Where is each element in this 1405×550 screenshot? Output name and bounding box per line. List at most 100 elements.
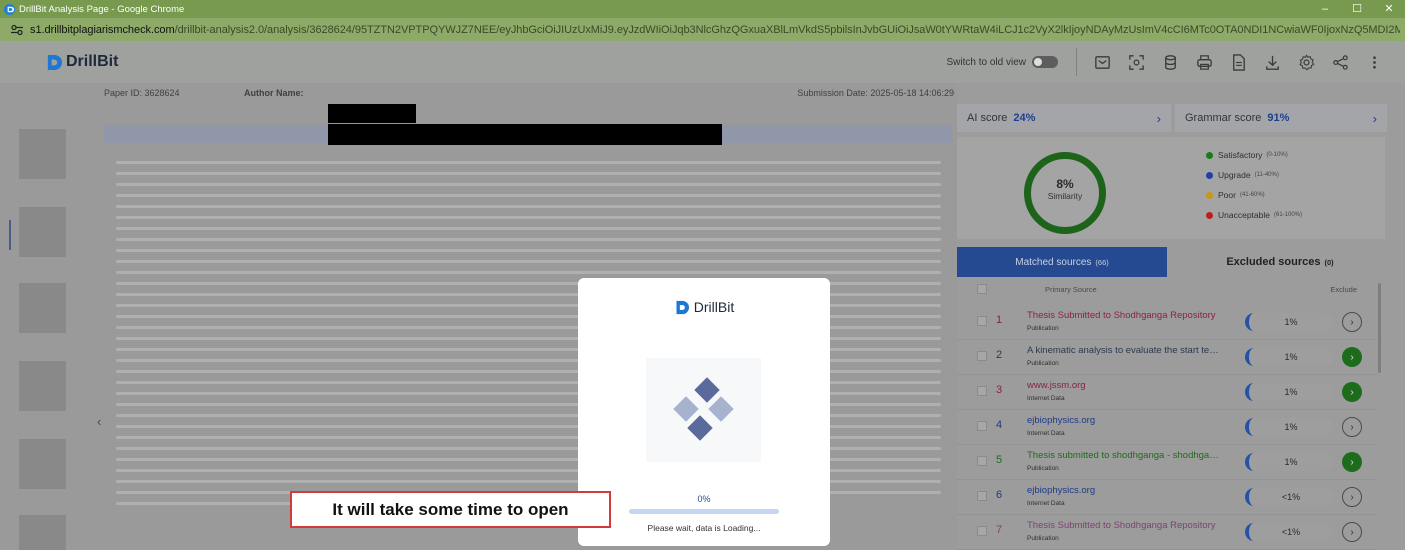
url-text[interactable]: s1.drillbitplagiarismcheck.com/drillbit-… [30,24,1400,36]
source-title[interactable]: www.jssm.org [1027,380,1223,391]
loading-dialog: DrillBit 0% Please wait, data is Loading… [578,278,830,546]
exclude-source-button[interactable]: › [1342,382,1362,402]
brand[interactable]: DrillBit [45,53,118,71]
collapse-thumbnails-button[interactable]: ‹ [97,414,101,429]
download-icon[interactable] [1255,47,1289,77]
source-title[interactable]: ejbiophysics.org [1027,415,1223,426]
source-row[interactable]: 7 Thesis Submitted to Shodhganga Reposito… [957,515,1377,550]
source-number: 2 [996,349,1003,361]
source-list-scrollbar[interactable] [1378,283,1381,373]
source-checkbox[interactable] [977,456,987,466]
source-row[interactable]: 1 Thesis Submitted to Shodhganga Reposito… [957,305,1377,340]
source-row[interactable]: 5 Thesis submitted to shodhganga - shodhg… [957,445,1377,480]
source-number: 6 [996,489,1003,501]
scan-icon[interactable] [1119,47,1153,77]
drillbit-logo-icon [676,300,689,314]
page-thumbnail[interactable] [19,283,66,333]
status-dot [1206,191,1213,199]
exclude-source-button[interactable]: › [1342,487,1362,507]
text-line [116,238,941,241]
source-percent-badge: 1% [1245,418,1333,436]
page-thumbnail[interactable] [19,129,66,179]
legend-range: (11-40%) [1254,172,1279,178]
similarity-summary: 8% Similarity Satisfactory (0-10%) Upgrad… [957,137,1385,239]
old-view-toggle[interactable] [1032,56,1058,68]
database-icon[interactable] [1153,47,1187,77]
source-checkbox[interactable] [977,316,987,326]
page-thumbnail[interactable] [19,439,66,489]
primary-source-header: Primary Source [1045,285,1097,294]
exclude-source-button[interactable]: › [1342,417,1362,437]
report-panel: AI score 24% › Grammar score 91% › 8% Si… [957,83,1405,550]
exclude-source-button[interactable]: › [1342,312,1362,332]
drillbit-logo-icon [47,54,62,70]
author-label: Author Name: [244,88,304,98]
address-bar[interactable]: s1.drillbitplagiarismcheck.com/drillbit-… [0,18,1405,41]
submission-date: Submission Date: 2025-05-18 14:06:29 [797,88,954,98]
source-title[interactable]: Thesis submitted to shodhganga - shodhga… [1027,450,1223,461]
source-type: Publication [1027,325,1059,332]
exclude-source-button[interactable]: › [1342,522,1362,542]
source-type: Internet Data [1027,395,1065,402]
window-title: DrillBit Analysis Page - Google Chrome [19,3,185,15]
tab-excluded-sources[interactable]: Excluded sources (0) [1175,247,1385,277]
more-icon[interactable] [1357,47,1391,77]
maximize-button[interactable]: ☐ [1341,0,1373,18]
source-type: Internet Data [1027,430,1065,437]
loading-progress-bar [629,509,779,514]
source-checkbox[interactable] [977,386,987,396]
ai-score-card[interactable]: AI score 24% › [957,104,1171,132]
site-info-icon[interactable] [10,24,24,36]
source-title[interactable]: Thesis Submitted to Shodhganga Repositor… [1027,520,1223,531]
source-title[interactable]: A kinematic analysis to evaluate the sta… [1027,345,1223,356]
grammar-score-value: 91% [1267,112,1290,124]
mail-icon[interactable] [1085,47,1119,77]
source-row[interactable]: 3 www.jssm.org Internet Data 1% › [957,375,1377,410]
source-title[interactable]: Thesis Submitted to Shodhganga Repositor… [1027,310,1223,321]
source-type: Publication [1027,360,1059,367]
url-host: s1.drillbitplagiarismcheck.com [30,23,175,36]
legend-item: Poor (41-60%) [1206,185,1302,205]
source-number: 4 [996,419,1003,431]
source-number: 3 [996,384,1003,396]
page-thumbnail[interactable] [19,361,66,411]
exclude-source-button[interactable]: › [1342,347,1362,367]
source-checkbox[interactable] [977,351,987,361]
source-checkbox[interactable] [977,526,987,536]
print-icon[interactable] [1187,47,1221,77]
legend-range: (61-100%) [1273,212,1302,218]
switch-old-view-label: Switch to old view [946,56,1026,68]
tab-matched-sources[interactable]: Matched sources (66) [957,247,1167,277]
grammar-score-label: Grammar score [1185,112,1262,124]
similarity-label: Similarity [1047,191,1083,201]
source-row[interactable]: 6 ejbiophysics.org Internet Data <1% › [957,480,1377,515]
text-line [116,161,941,164]
loading-diamonds-icon [672,377,734,441]
select-all-checkbox[interactable] [977,284,987,294]
grammar-score-card[interactable]: Grammar score 91% › [1175,104,1387,132]
page-thumbnail[interactable] [19,515,66,550]
source-checkbox[interactable] [977,421,987,431]
paper-header: Paper ID: 3628624 Author Name: Submissio… [104,83,954,125]
page-thumbnail[interactable] [19,207,66,257]
source-row[interactable]: 2 A kinematic analysis to evaluate the st… [957,340,1377,375]
page-thumbnails [0,83,88,550]
settings-icon[interactable] [1289,47,1323,77]
document-icon[interactable] [1221,47,1255,77]
source-type: Publication [1027,535,1059,542]
source-checkbox[interactable] [977,491,987,501]
redacted-author [328,104,416,123]
url-path: /drillbit-analysis2.0/analysis/3628624/9… [174,23,1400,36]
share-icon[interactable] [1323,47,1357,77]
source-percent-badge: 1% [1245,383,1333,401]
legend-label: Upgrade [1218,170,1251,180]
loading-message: Please wait, data is Loading... [647,523,761,533]
exclude-source-button[interactable]: › [1342,452,1362,472]
source-percent-badge: 1% [1245,313,1333,331]
drillbit-favicon-icon [4,3,15,15]
minimize-button[interactable]: – [1309,0,1341,18]
source-row[interactable]: 4 ejbiophysics.org Internet Data 1% › [957,410,1377,445]
loading-percent: 0% [697,494,711,504]
source-title[interactable]: ejbiophysics.org [1027,485,1223,496]
close-button[interactable]: ✕ [1373,0,1405,18]
